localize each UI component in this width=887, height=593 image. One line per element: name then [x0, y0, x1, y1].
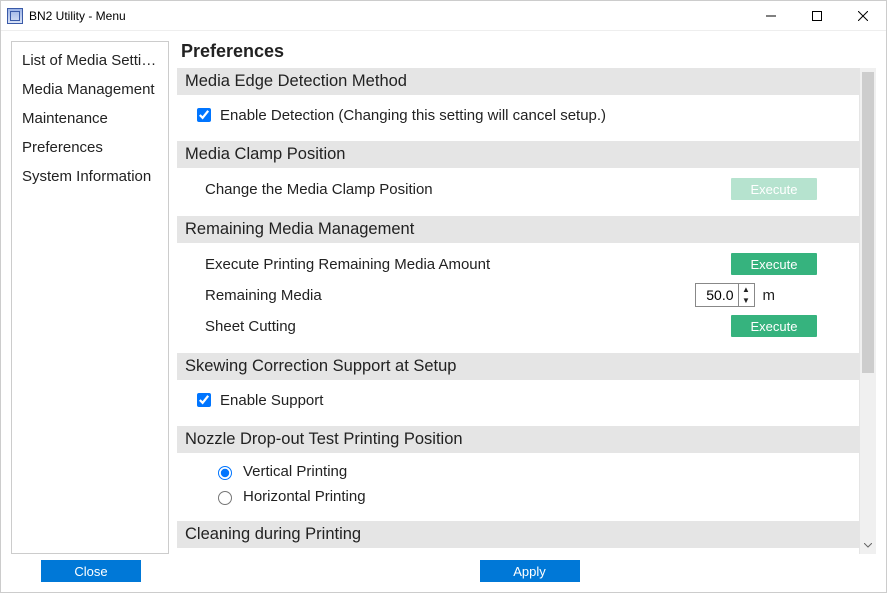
sheet-cutting-label: Sheet Cutting — [205, 318, 731, 335]
enable-support-label: Enable Support — [220, 392, 323, 409]
sidebar: List of Media Settings Media Management … — [11, 41, 169, 554]
enable-support-checkbox[interactable] — [197, 393, 211, 407]
sheet-cutting-execute-button[interactable]: Execute — [731, 315, 817, 337]
main-column: Preferences Media Edge Detection Method … — [177, 41, 876, 554]
scrollbar-thumb[interactable] — [862, 72, 874, 373]
scrollbar[interactable] — [859, 68, 876, 554]
section-header-nozzle: Nozzle Drop-out Test Printing Position — [177, 426, 859, 453]
section-header-edge-detection: Media Edge Detection Method — [177, 68, 859, 95]
remaining-media-spinner[interactable]: ▲ ▼ — [695, 283, 755, 307]
sidebar-item-preferences[interactable]: Preferences — [12, 133, 168, 162]
app-window: BN2 Utility - Menu List of Media Setting… — [0, 0, 887, 593]
sidebar-item-maintenance[interactable]: Maintenance — [12, 104, 168, 133]
minimize-button[interactable] — [748, 1, 794, 30]
apply-button[interactable]: Apply — [480, 560, 580, 582]
nozzle-label-vertical: Vertical Printing — [243, 463, 347, 480]
maximize-button[interactable] — [794, 1, 840, 30]
nozzle-radio-horizontal[interactable] — [218, 491, 232, 505]
nozzle-label-horizontal: Horizontal Printing — [243, 488, 366, 505]
window-controls — [748, 1, 886, 30]
nozzle-option-vertical[interactable]: Vertical Printing — [185, 459, 849, 484]
minimize-icon — [766, 11, 776, 21]
print-remaining-execute-button[interactable]: Execute — [731, 253, 817, 275]
app-icon — [7, 8, 23, 24]
window-title: BN2 Utility - Menu — [29, 9, 126, 23]
footer-row: Close Apply — [1, 560, 886, 592]
spinner-down-button[interactable]: ▼ — [739, 295, 754, 306]
sidebar-item-system-information[interactable]: System Information — [12, 162, 168, 191]
spinner-up-button[interactable]: ▲ — [739, 284, 754, 295]
maximize-icon — [812, 11, 822, 21]
print-remaining-label: Execute Printing Remaining Media Amount — [205, 256, 731, 273]
section-header-remaining: Remaining Media Management — [177, 216, 859, 243]
title-bar: BN2 Utility - Menu — [1, 1, 886, 31]
enable-detection-checkbox-row[interactable]: Enable Detection (Changing this setting … — [185, 101, 849, 129]
sidebar-item-media-management[interactable]: Media Management — [12, 75, 168, 104]
close-button[interactable]: Close — [41, 560, 141, 582]
section-header-clamp: Media Clamp Position — [177, 141, 859, 168]
change-clamp-label: Change the Media Clamp Position — [205, 181, 731, 198]
section-header-cleaning: Cleaning during Printing — [177, 521, 859, 548]
change-clamp-execute-button[interactable]: Execute — [731, 178, 817, 200]
content-scroll-wrap: Media Edge Detection Method Enable Detec… — [177, 68, 876, 554]
sidebar-item-media-settings[interactable]: List of Media Settings — [12, 46, 168, 75]
enable-detection-checkbox[interactable] — [197, 108, 211, 122]
scrollbar-down-button[interactable] — [860, 537, 876, 554]
page-title: Preferences — [177, 41, 876, 68]
remaining-media-input[interactable] — [696, 284, 738, 306]
enable-support-checkbox-row[interactable]: Enable Support — [185, 386, 849, 414]
close-icon — [858, 11, 868, 21]
close-window-button[interactable] — [840, 1, 886, 30]
remaining-media-label: Remaining Media — [205, 287, 695, 304]
sidebar-list: List of Media Settings Media Management … — [12, 42, 168, 553]
body-area: List of Media Settings Media Management … — [1, 31, 886, 560]
chevron-down-icon — [864, 543, 872, 548]
content-scroll-area: Media Edge Detection Method Enable Detec… — [177, 68, 859, 554]
remaining-media-unit: m — [763, 287, 776, 304]
nozzle-radio-vertical[interactable] — [218, 466, 232, 480]
section-header-skew: Skewing Correction Support at Setup — [177, 353, 859, 380]
nozzle-option-horizontal[interactable]: Horizontal Printing — [185, 484, 849, 509]
enable-detection-label: Enable Detection (Changing this setting … — [220, 107, 606, 124]
